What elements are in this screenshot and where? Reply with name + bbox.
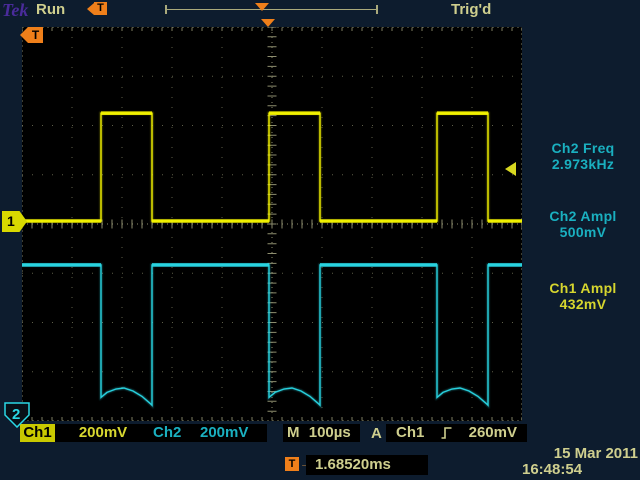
- rising-slope-icon: [441, 426, 452, 440]
- timebase-readout: M 100µs: [283, 424, 360, 442]
- left-arrow-icon: [20, 27, 28, 43]
- trigger-status: Trig'd: [451, 1, 491, 18]
- ch2-marker-label: 2: [12, 406, 20, 423]
- ch2-channel-label: Ch2: [153, 424, 181, 442]
- trigger-mode-label: A: [371, 425, 382, 442]
- datetime-readout: 15 Mar 2011 16:48:54: [522, 446, 638, 477]
- measurement-value: 432mV: [528, 296, 638, 312]
- timebase-value: 100µs: [300, 424, 361, 442]
- ch2-scale-value: 200mV: [181, 424, 267, 442]
- ch1-scale-readout: 200mV: [55, 424, 151, 442]
- measurement-ch2-ampl: Ch2 Ampl 500mV: [528, 208, 638, 240]
- trigger-t-icon: T: [285, 457, 299, 471]
- horizontal-position-marker-icon: [261, 19, 275, 27]
- measurement-ch1-ampl: Ch1 Ampl 432mV: [528, 280, 638, 312]
- trigger-level-value: 260mV: [469, 424, 517, 442]
- trigger-t-icon: T: [94, 2, 107, 15]
- date-readout: 15 Mar 2011: [522, 446, 638, 461]
- measurement-label: Ch2 Ampl: [528, 208, 638, 224]
- trigger-source: Ch1: [396, 424, 424, 442]
- timebase-label: M: [287, 424, 300, 442]
- time-readout: 16:48:54: [522, 462, 638, 477]
- measurement-ch2-freq: Ch2 Freq 2.973kHz: [528, 140, 638, 172]
- acquisition-status: Run: [36, 1, 65, 18]
- record-start-bracket: [165, 5, 167, 14]
- trigger-t-icon: T: [28, 27, 43, 43]
- ch2-scale-readout: Ch2 200mV: [151, 424, 267, 442]
- waveform-graticule: [22, 27, 522, 421]
- record-view-bar: [165, 3, 378, 15]
- record-length-line: [165, 9, 378, 10]
- trigger-position-offscreen-icon: T: [87, 2, 107, 15]
- window-position-icon: [255, 3, 269, 11]
- measurement-label: Ch2 Freq: [528, 140, 638, 156]
- record-end-bracket: [376, 5, 378, 14]
- measurement-label: Ch1 Ampl: [528, 280, 638, 296]
- left-arrow-icon: [87, 3, 94, 15]
- ch2-ground-marker: 2: [4, 402, 30, 428]
- trigger-time-offscreen-marker: T: [20, 27, 43, 43]
- tek-logo: Tek: [2, 0, 28, 21]
- measurement-value: 500mV: [528, 224, 638, 240]
- horizontal-delay-readout: 1.68520ms: [306, 455, 428, 475]
- trigger-readout: Ch1 260mV: [386, 424, 527, 442]
- trigger-level-marker-icon: [505, 162, 516, 176]
- oscilloscope-screen: Tek Run T Trig'd T 1 2 Ch2 Freq 2.973kHz…: [0, 0, 640, 480]
- measurement-value: 2.973kHz: [528, 156, 638, 172]
